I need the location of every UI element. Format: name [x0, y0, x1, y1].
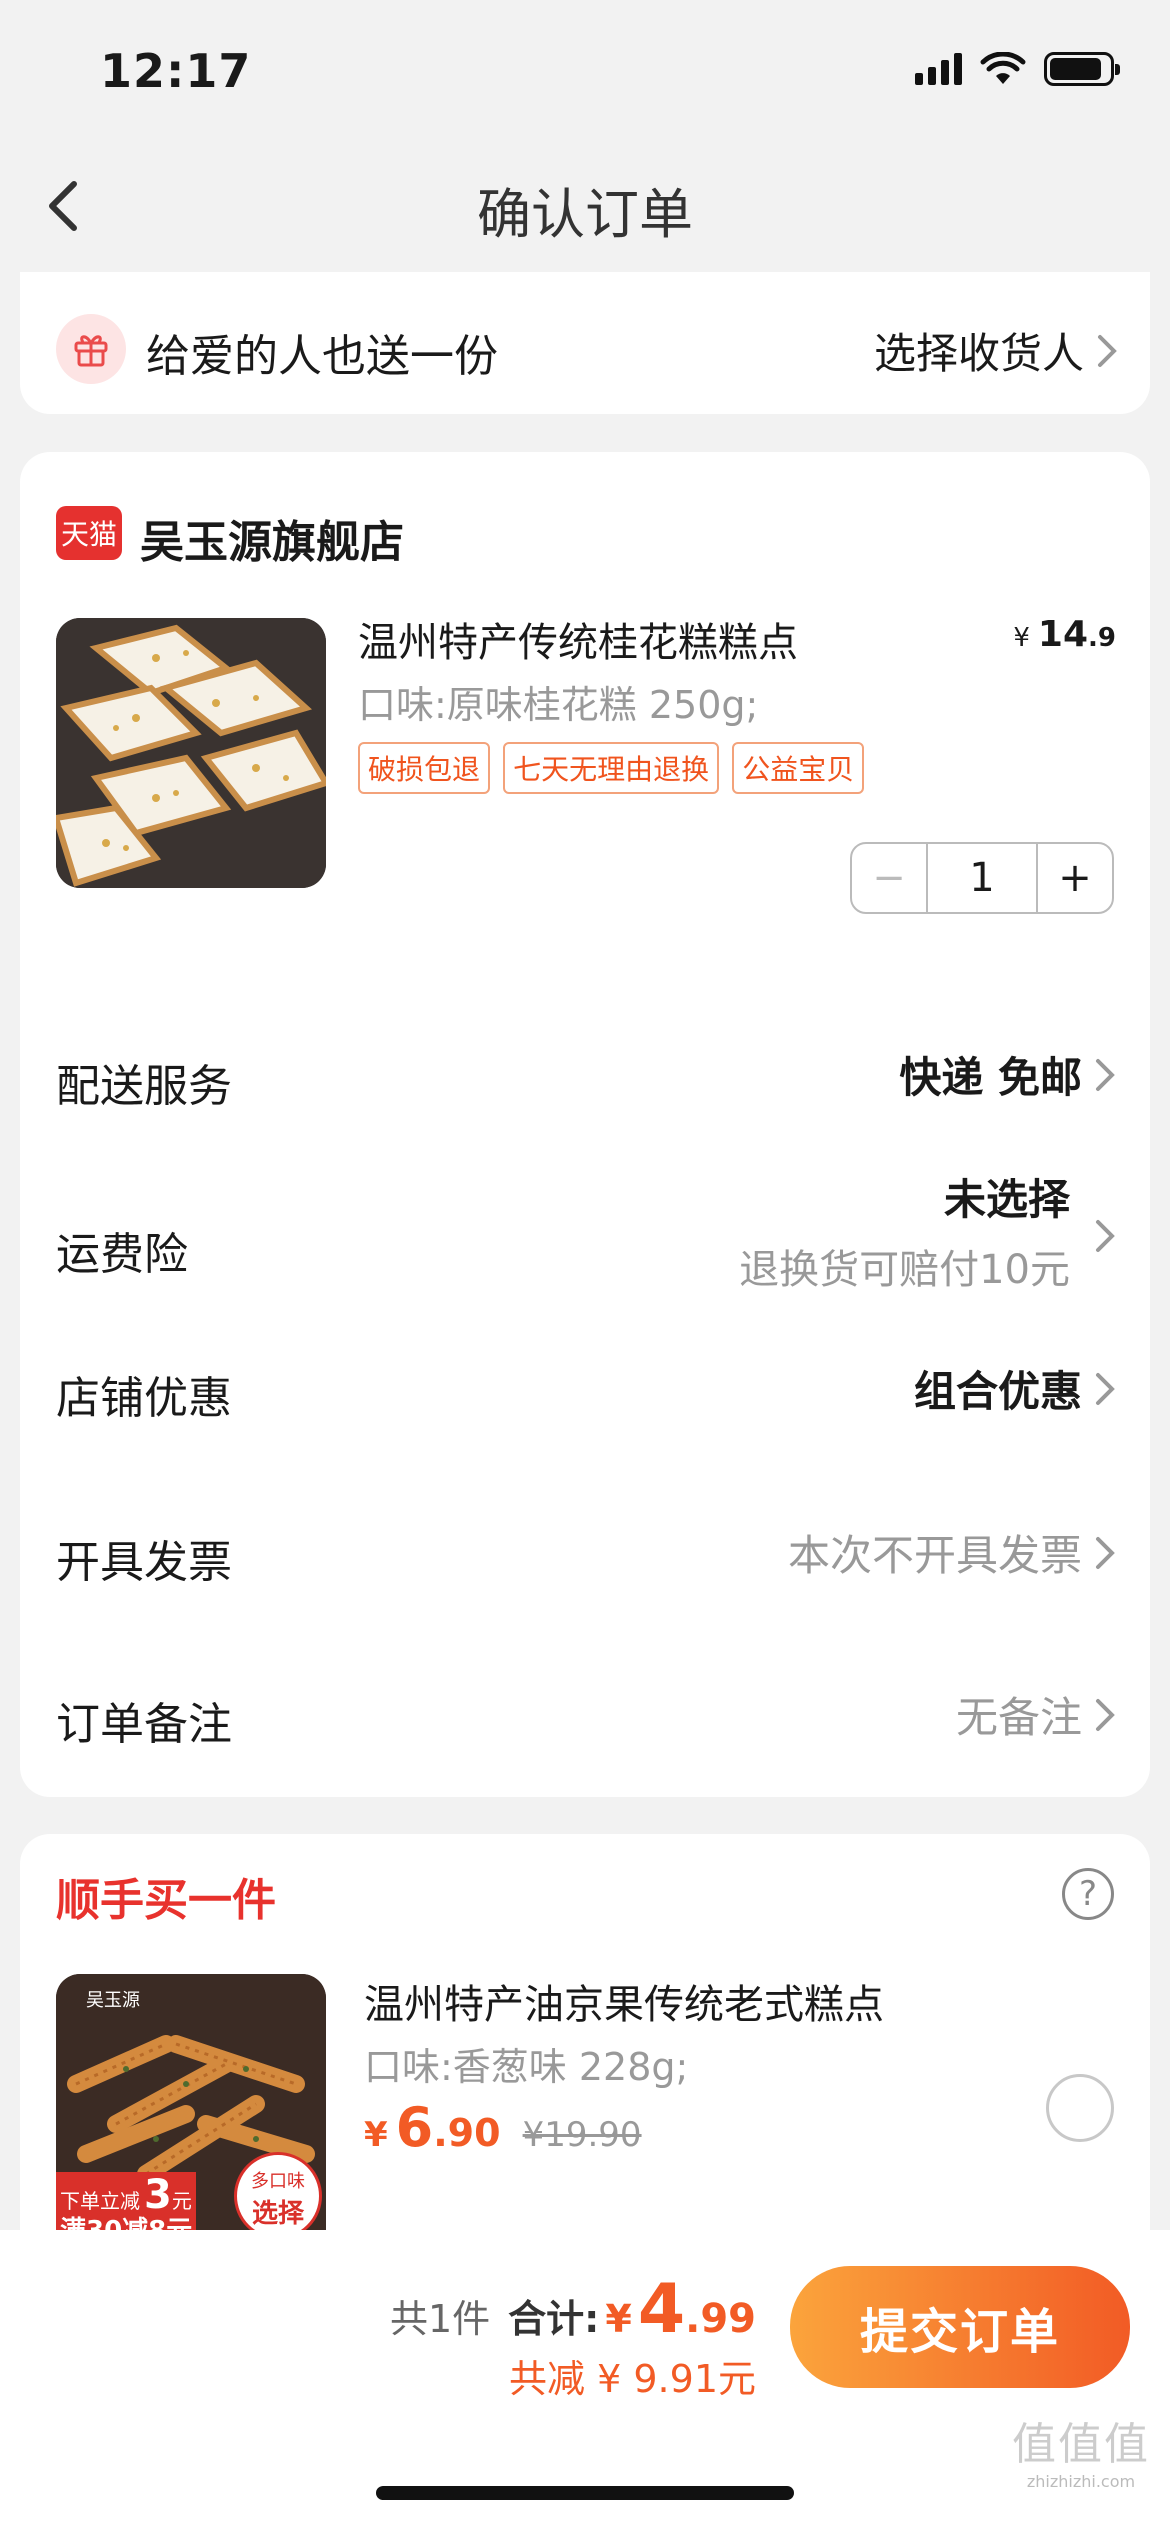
row-delivery[interactable]: 配送服务 快递 免邮 — [20, 1012, 1150, 1132]
total-int: 4 — [637, 2270, 686, 2349]
product-tags: 破损包退 七天无理由退换 公益宝贝 — [358, 742, 872, 794]
shop-card: 天猫 吴玉源旗舰店 温州特产传统桂花糕糕点 ¥ 14 .9 口味:原味桂花糕 2… — [20, 452, 1150, 1797]
price-dec: .9 — [1088, 623, 1116, 653]
product-image[interactable] — [56, 618, 326, 888]
signal-icon — [915, 53, 962, 85]
item-count: 共1件 — [389, 2297, 491, 2341]
addon-price-int: 6 — [395, 2096, 434, 2159]
quantity-stepper: − 1 + — [850, 842, 1114, 914]
addon-product-spec: 口味:香葱味 228g; — [364, 2045, 689, 2089]
addon-price-dec: .90 — [433, 2111, 501, 2155]
help-icon[interactable]: ? — [1062, 1868, 1114, 1920]
total-dec: .99 — [685, 2296, 756, 2342]
row-delivery-label: 配送服务 — [56, 1061, 232, 1112]
total-label: 合计: — [508, 2297, 600, 2341]
product-price: ¥ 14 .9 — [1013, 614, 1116, 655]
shop-name[interactable]: 吴玉源旗舰店 — [140, 506, 404, 570]
addon-image-badge: 多口味 选择 — [234, 2152, 322, 2234]
row-invoice-value-wrap: 本次不开具发票 — [788, 1522, 1120, 1583]
chevron-right-icon — [1098, 334, 1117, 367]
wifi-icon — [980, 52, 1026, 84]
status-time: 12:17 — [100, 44, 252, 98]
price-symbol: ¥ — [1013, 623, 1030, 653]
price-int: 14 — [1037, 614, 1089, 655]
watermark-text: 值值值 — [1012, 2419, 1150, 2470]
addon-image-badge2: 选择 — [251, 2199, 304, 2229]
gift-icon — [56, 314, 126, 384]
addon-select-radio[interactable] — [1046, 2074, 1114, 2142]
row-invoice-value: 本次不开具发票 — [787, 1531, 1082, 1580]
product-spec: 口味:原味桂花糕 250g; — [358, 683, 759, 727]
addon-product-price: ¥ 6 .90 ¥19.90 — [364, 2096, 642, 2159]
addon-card: 顺手买一件 ? 吴玉源 下单立减 3 元 满30减8元 多口味 选择 温州特产油… — [20, 1834, 1150, 2234]
row-discount-value-wrap: 组合优惠 — [914, 1358, 1120, 1419]
row-shipping-insurance[interactable]: 运费险 未选择 退换货可赔付10元 — [20, 1152, 1150, 1312]
tmall-badge: 天猫 — [56, 506, 122, 560]
row-invoice[interactable]: 开具发票 本次不开具发票 — [20, 1492, 1150, 1612]
addon-image-badge1: 多口味 — [251, 2171, 305, 2192]
watermark-sub: zhizhizhi.com — [1026, 2472, 1136, 2491]
status-icons — [915, 52, 1120, 86]
row-note-value-wrap: 无备注 — [956, 1684, 1120, 1745]
row-discount-label: 店铺优惠 — [56, 1373, 232, 1424]
watermark: 值值值 zhizhizhi.com — [1012, 2408, 1150, 2491]
row-insurance-values: 未选择 退换货可赔付10元 — [739, 1166, 1070, 1295]
chevron-right-icon — [1096, 1220, 1115, 1252]
tag-seven-day-return: 七天无理由退换 — [503, 742, 720, 794]
row-invoice-label: 开具发票 — [56, 1537, 232, 1588]
submit-order-button[interactable]: 提交订单 — [790, 2266, 1130, 2388]
gift-card[interactable]: 给爱的人也送一份 选择收货人 — [20, 272, 1150, 414]
row-note-label: 订单备注 — [56, 1699, 232, 1750]
addon-image-brand: 吴玉源 — [86, 1990, 140, 2011]
increase-button[interactable]: + — [1036, 844, 1112, 912]
total-line: 共1件 合计: ¥ 4 .99 — [390, 2270, 756, 2349]
decrease-button[interactable]: − — [852, 844, 928, 912]
quantity-value[interactable]: 1 — [928, 844, 1036, 912]
tag-damage-return: 破损包退 — [358, 742, 491, 794]
gift-text: 给爱的人也送一份 — [146, 331, 498, 382]
select-recipient[interactable]: 选择收货人 — [874, 320, 1122, 381]
select-recipient-label: 选择收货人 — [873, 329, 1084, 378]
chevron-right-icon — [1096, 1372, 1115, 1405]
row-delivery-value-wrap: 快递 免邮 — [899, 1044, 1120, 1105]
chevron-right-icon — [1096, 1698, 1115, 1731]
addon-product-title[interactable]: 温州特产油京果传统老式糕点 — [364, 1972, 884, 2030]
addon-product-image[interactable]: 吴玉源 下单立减 3 元 满30减8元 多口味 选择 — [56, 1974, 326, 2234]
row-insurance-sub: 退换货可赔付10元 — [739, 1247, 1070, 1293]
bottom-bar: 共1件 合计: ¥ 4 .99 共减 ¥ 9.91元 提交订单 值值值 zhiz… — [0, 2230, 1170, 2532]
row-note-value: 无备注 — [955, 1693, 1082, 1742]
row-insurance-label: 运费险 — [56, 1229, 188, 1280]
row-discount-value: 组合优惠 — [913, 1367, 1082, 1416]
total-symbol: ¥ — [605, 2297, 632, 2341]
product-title[interactable]: 温州特产传统桂花糕糕点 — [358, 610, 798, 668]
tag-charity: 公益宝贝 — [732, 742, 865, 794]
page-title: 确认订单 — [477, 183, 693, 246]
chevron-right-icon — [1096, 1058, 1115, 1091]
row-order-note[interactable]: 订单备注 无备注 — [20, 1652, 1150, 1772]
home-indicator — [376, 2486, 794, 2500]
chevron-right-icon — [1096, 1536, 1115, 1569]
battery-icon — [1044, 52, 1120, 86]
row-shop-discount[interactable]: 店铺优惠 组合优惠 — [20, 1332, 1150, 1452]
row-insurance-value: 未选择 — [943, 1175, 1070, 1224]
total-saved: 共减 ¥ 9.91元 — [509, 2357, 756, 2401]
osmanthus-cake-image — [56, 618, 326, 888]
addon-title: 顺手买一件 — [56, 1875, 276, 1926]
addon-original-price: ¥19.90 — [522, 2115, 642, 2155]
addon-price-symbol: ¥ — [364, 2115, 388, 2155]
row-delivery-value: 快递 免邮 — [899, 1053, 1082, 1102]
